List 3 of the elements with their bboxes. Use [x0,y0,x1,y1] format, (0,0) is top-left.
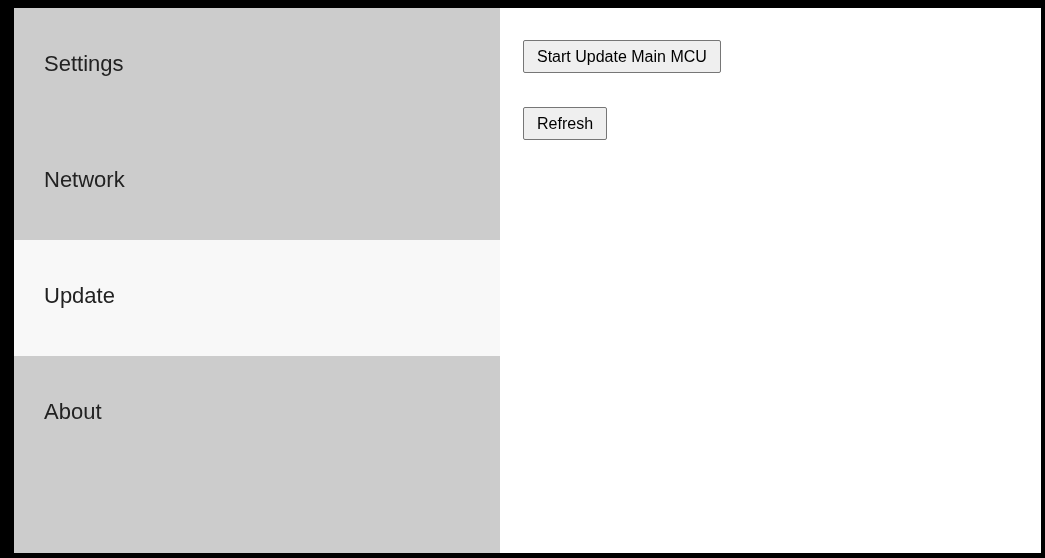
sidebar-tab[interactable]: Update [14,240,500,356]
action-button[interactable]: Start Update Main MCU [523,40,721,73]
action-button[interactable]: Refresh [523,107,608,140]
